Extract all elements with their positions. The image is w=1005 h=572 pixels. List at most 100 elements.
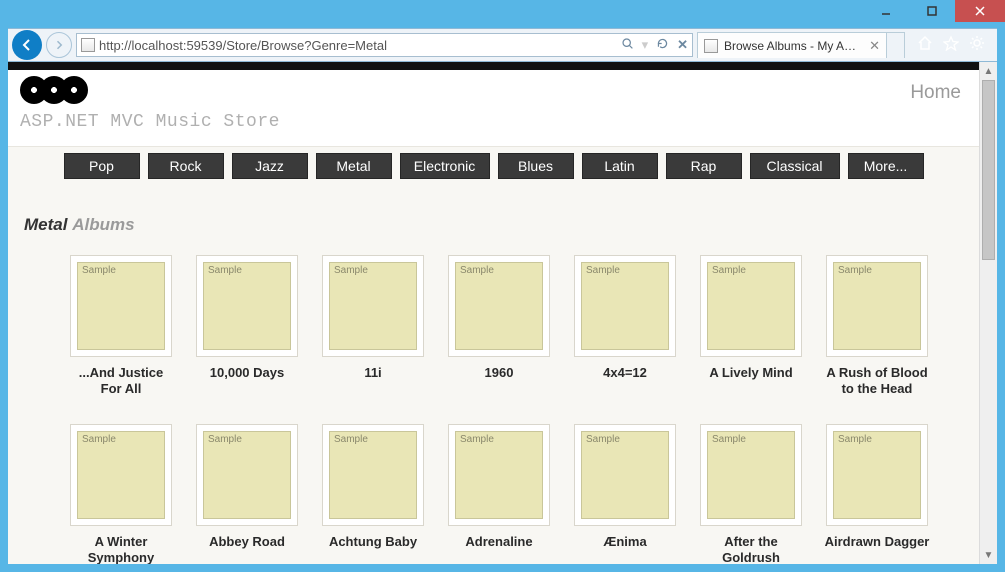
album-cover: Sample bbox=[581, 262, 669, 350]
cover-placeholder-label: Sample bbox=[82, 265, 116, 276]
tab-close-icon[interactable]: ✕ bbox=[869, 38, 880, 54]
album-cover: Sample bbox=[329, 431, 417, 519]
genre-latin[interactable]: Latin bbox=[582, 153, 658, 179]
album-cover-frame: Sample bbox=[448, 255, 550, 357]
tab-strip: Browse Albums - My ASP.N... ✕ bbox=[697, 31, 905, 59]
album-title: 4x4=12 bbox=[603, 365, 647, 381]
album-cover: Sample bbox=[455, 262, 543, 350]
genre-more[interactable]: More... bbox=[848, 153, 924, 179]
album-title: A Winter Symphony bbox=[68, 534, 174, 565]
cover-placeholder-label: Sample bbox=[838, 434, 872, 445]
album-title: Ænima bbox=[603, 534, 646, 550]
home-icon[interactable] bbox=[917, 35, 933, 55]
search-icon[interactable] bbox=[621, 37, 634, 53]
album-cover-frame: Sample bbox=[322, 255, 424, 357]
genre-classical[interactable]: Classical bbox=[750, 153, 840, 179]
cover-placeholder-label: Sample bbox=[334, 265, 368, 276]
address-bar: ▾ ✕ bbox=[76, 33, 693, 57]
genre-rock[interactable]: Rock bbox=[148, 153, 224, 179]
new-tab-button[interactable] bbox=[887, 32, 905, 58]
nav-back-button[interactable] bbox=[12, 30, 42, 60]
site-brand: ASP.NET MVC Music Store bbox=[20, 76, 280, 132]
genre-electronic[interactable]: Electronic bbox=[400, 153, 490, 179]
favorites-icon[interactable] bbox=[943, 35, 959, 55]
tools-icon[interactable] bbox=[969, 35, 985, 55]
stop-icon[interactable]: ✕ bbox=[677, 37, 688, 53]
top-stripe bbox=[8, 62, 979, 70]
album-cover-frame: Sample bbox=[574, 424, 676, 526]
album-cover-frame: Sample bbox=[70, 424, 172, 526]
cover-placeholder-label: Sample bbox=[208, 434, 242, 445]
album-cover-frame: Sample bbox=[322, 424, 424, 526]
album-cover: Sample bbox=[77, 431, 165, 519]
cover-placeholder-label: Sample bbox=[334, 434, 368, 445]
album-item[interactable]: Sample 11i bbox=[320, 255, 426, 398]
refresh-icon[interactable] bbox=[656, 37, 669, 53]
album-cover: Sample bbox=[707, 262, 795, 350]
cover-placeholder-label: Sample bbox=[586, 434, 620, 445]
album-cover: Sample bbox=[455, 431, 543, 519]
genre-jazz[interactable]: Jazz bbox=[232, 153, 308, 179]
album-cover-frame: Sample bbox=[574, 255, 676, 357]
tab-title: Browse Albums - My ASP.N... bbox=[724, 39, 863, 53]
album-item[interactable]: Sample Ænima bbox=[572, 424, 678, 565]
album-cover: Sample bbox=[833, 431, 921, 519]
album-item[interactable]: Sample 4x4=12 bbox=[572, 255, 678, 398]
genre-nav: Pop Rock Jazz Metal Electronic Blues Latin Rap C… bbox=[8, 146, 979, 185]
browser-toolbar: ▾ ✕ Browse Albums - My ASP.N... ✕ bbox=[8, 28, 997, 62]
genre-blues[interactable]: Blues bbox=[498, 153, 574, 179]
page-icon bbox=[81, 38, 95, 52]
album-cover-frame: Sample bbox=[700, 255, 802, 357]
album-cover: Sample bbox=[203, 431, 291, 519]
album-item[interactable]: Sample1960 bbox=[446, 255, 552, 398]
album-title: After the Goldrush bbox=[698, 534, 804, 565]
album-cover-frame: Sample bbox=[826, 255, 928, 357]
album-item[interactable]: Sample A Lively Mind bbox=[698, 255, 804, 398]
logo-icon bbox=[20, 76, 280, 104]
album-item[interactable]: Sample A Winter Symphony bbox=[68, 424, 174, 565]
album-item[interactable]: SampleAirdrawn Dagger bbox=[824, 424, 930, 565]
album-cover-frame: Sample bbox=[448, 424, 550, 526]
scroll-thumb[interactable] bbox=[982, 80, 995, 260]
album-title: Abbey Road bbox=[209, 534, 285, 550]
current-genre: Metal bbox=[24, 215, 67, 234]
album-item[interactable]: Sample Abbey Road bbox=[194, 424, 300, 565]
page-title: Metal Albums bbox=[8, 185, 979, 245]
home-link[interactable]: Home bbox=[910, 82, 961, 104]
album-item[interactable]: Sample After the Goldrush bbox=[698, 424, 804, 565]
window-minimize-button[interactable] bbox=[863, 0, 909, 22]
nav-forward-button[interactable] bbox=[46, 32, 72, 58]
album-cover: Sample bbox=[833, 262, 921, 350]
vertical-scrollbar[interactable]: ▲ ▼ bbox=[979, 62, 997, 564]
genre-pop[interactable]: Pop bbox=[64, 153, 140, 179]
album-cover-frame: Sample bbox=[196, 255, 298, 357]
album-cover: Sample bbox=[329, 262, 417, 350]
tab-page-icon bbox=[704, 39, 718, 53]
album-item[interactable]: Sample 10,000 Days bbox=[194, 255, 300, 398]
cover-placeholder-label: Sample bbox=[82, 434, 116, 445]
album-item[interactable]: SampleAdrenaline bbox=[446, 424, 552, 565]
album-grid: Sample...And Justice For AllSample10,000… bbox=[8, 245, 979, 564]
album-cover: Sample bbox=[77, 262, 165, 350]
cover-placeholder-label: Sample bbox=[838, 265, 872, 276]
album-title: 11i bbox=[364, 365, 381, 381]
cover-placeholder-label: Sample bbox=[208, 265, 242, 276]
genre-metal[interactable]: Metal bbox=[316, 153, 392, 179]
album-item[interactable]: SampleAchtung Baby bbox=[320, 424, 426, 565]
genre-rap[interactable]: Rap bbox=[666, 153, 742, 179]
brand-name: ASP.NET MVC Music Store bbox=[20, 112, 280, 132]
browser-tab[interactable]: Browse Albums - My ASP.N... ✕ bbox=[697, 32, 887, 58]
scroll-down-arrow[interactable]: ▼ bbox=[980, 546, 997, 564]
album-item[interactable]: Sample...And Justice For All bbox=[68, 255, 174, 398]
album-cover-frame: Sample bbox=[826, 424, 928, 526]
album-title: 10,000 Days bbox=[210, 365, 284, 381]
album-cover-frame: Sample bbox=[196, 424, 298, 526]
scroll-up-arrow[interactable]: ▲ bbox=[980, 62, 997, 80]
window-maximize-button[interactable] bbox=[909, 0, 955, 22]
album-title: A Lively Mind bbox=[709, 365, 792, 381]
window-close-button[interactable] bbox=[955, 0, 1005, 22]
album-item[interactable]: SampleA Rush of Blood to the Head bbox=[824, 255, 930, 398]
album-cover: Sample bbox=[707, 431, 795, 519]
cover-placeholder-label: Sample bbox=[460, 434, 494, 445]
url-input[interactable] bbox=[99, 38, 617, 53]
